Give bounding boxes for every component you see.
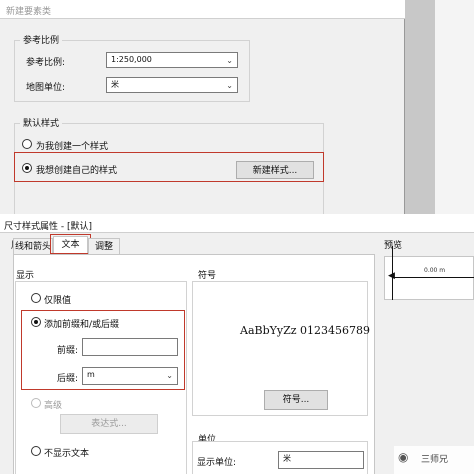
wechat-icon: ◉ xyxy=(398,450,409,464)
radio-advanced[interactable] xyxy=(31,398,41,408)
display-units-label: 显示单位: xyxy=(197,458,237,468)
highlight-text-tab xyxy=(50,234,91,254)
symbol-sample-text: AaBbYyZz 0123456789 xyxy=(240,324,371,337)
display-group-title: 显示 xyxy=(16,271,35,281)
background-panel-light xyxy=(435,0,474,214)
chevron-down-icon: ⌄ xyxy=(166,371,173,380)
suffix-dropdown[interactable]: m ⌄ xyxy=(82,367,178,385)
dialog2-title: 尺寸样式属性 - [默认] xyxy=(4,222,92,232)
display-units-dropdown[interactable]: 米 xyxy=(278,451,364,469)
radio-value-only[interactable] xyxy=(31,293,41,303)
radio-no-text[interactable] xyxy=(31,446,41,456)
preview-panel xyxy=(384,256,474,300)
radio-prefix-suffix[interactable] xyxy=(31,317,41,327)
display-units-value: 米 xyxy=(283,454,291,463)
radio-no-text-label: 不显示文本 xyxy=(44,449,90,459)
tab-lines-arrows[interactable]: 线和箭头 xyxy=(13,238,53,254)
radio-create-own[interactable] xyxy=(22,163,32,173)
suffix-value: m xyxy=(87,370,95,379)
ref-scale-value: 1:250,000 xyxy=(111,55,152,64)
preview-value: 0.00 m xyxy=(424,267,446,274)
symbol-button[interactable]: 符号... xyxy=(264,390,328,410)
new-style-button[interactable]: 新建样式... xyxy=(236,161,314,179)
radio-prefix-suffix-label: 添加前缀和/或后缀 xyxy=(44,320,120,330)
radio-value-only-label: 仅限值 xyxy=(44,296,72,306)
radio-create-own-label: 我想创建自己的样式 xyxy=(36,166,118,176)
suffix-label: 后缀: xyxy=(57,374,79,384)
map-units-value: 米 xyxy=(111,80,119,89)
tab-adjust[interactable]: 调整 xyxy=(88,238,120,254)
preview-label: 预览 xyxy=(384,241,403,251)
ref-scale-label: 参考比例: xyxy=(26,58,66,68)
map-units-label: 地图单位: xyxy=(26,83,66,93)
chevron-down-icon: ⌄ xyxy=(226,56,233,65)
ref-scale-group-title: 参考比例 xyxy=(20,33,63,46)
dialog2-titlebar: 尺寸样式属性 - [默认] xyxy=(0,216,474,233)
dialog1-titlebar: 新建要素类 xyxy=(0,0,405,19)
dialog1-title: 新建要素类 xyxy=(6,7,52,17)
default-style-group-title: 默认样式 xyxy=(20,116,63,129)
map-units-dropdown[interactable]: 米 ⌄ xyxy=(106,77,238,93)
prefix-input[interactable] xyxy=(82,338,178,356)
radio-create-one-label: 为我创建一个样式 xyxy=(36,142,109,152)
expression-button[interactable]: 表达式... xyxy=(60,414,158,434)
radio-advanced-label: 高级 xyxy=(44,401,63,411)
ref-scale-dropdown[interactable]: 1:250,000 ⌄ xyxy=(106,52,238,68)
watermark-text: 三师兄 xyxy=(421,455,449,465)
arrow-left-icon: ◀ xyxy=(388,271,395,281)
chevron-down-icon: ⌄ xyxy=(226,81,233,90)
preview-dimension-line xyxy=(392,277,474,278)
prefix-label: 前缀: xyxy=(57,346,79,356)
radio-create-one[interactable] xyxy=(22,139,32,149)
background-panel-dark xyxy=(405,0,435,214)
symbol-group-title: 符号 xyxy=(198,271,217,281)
